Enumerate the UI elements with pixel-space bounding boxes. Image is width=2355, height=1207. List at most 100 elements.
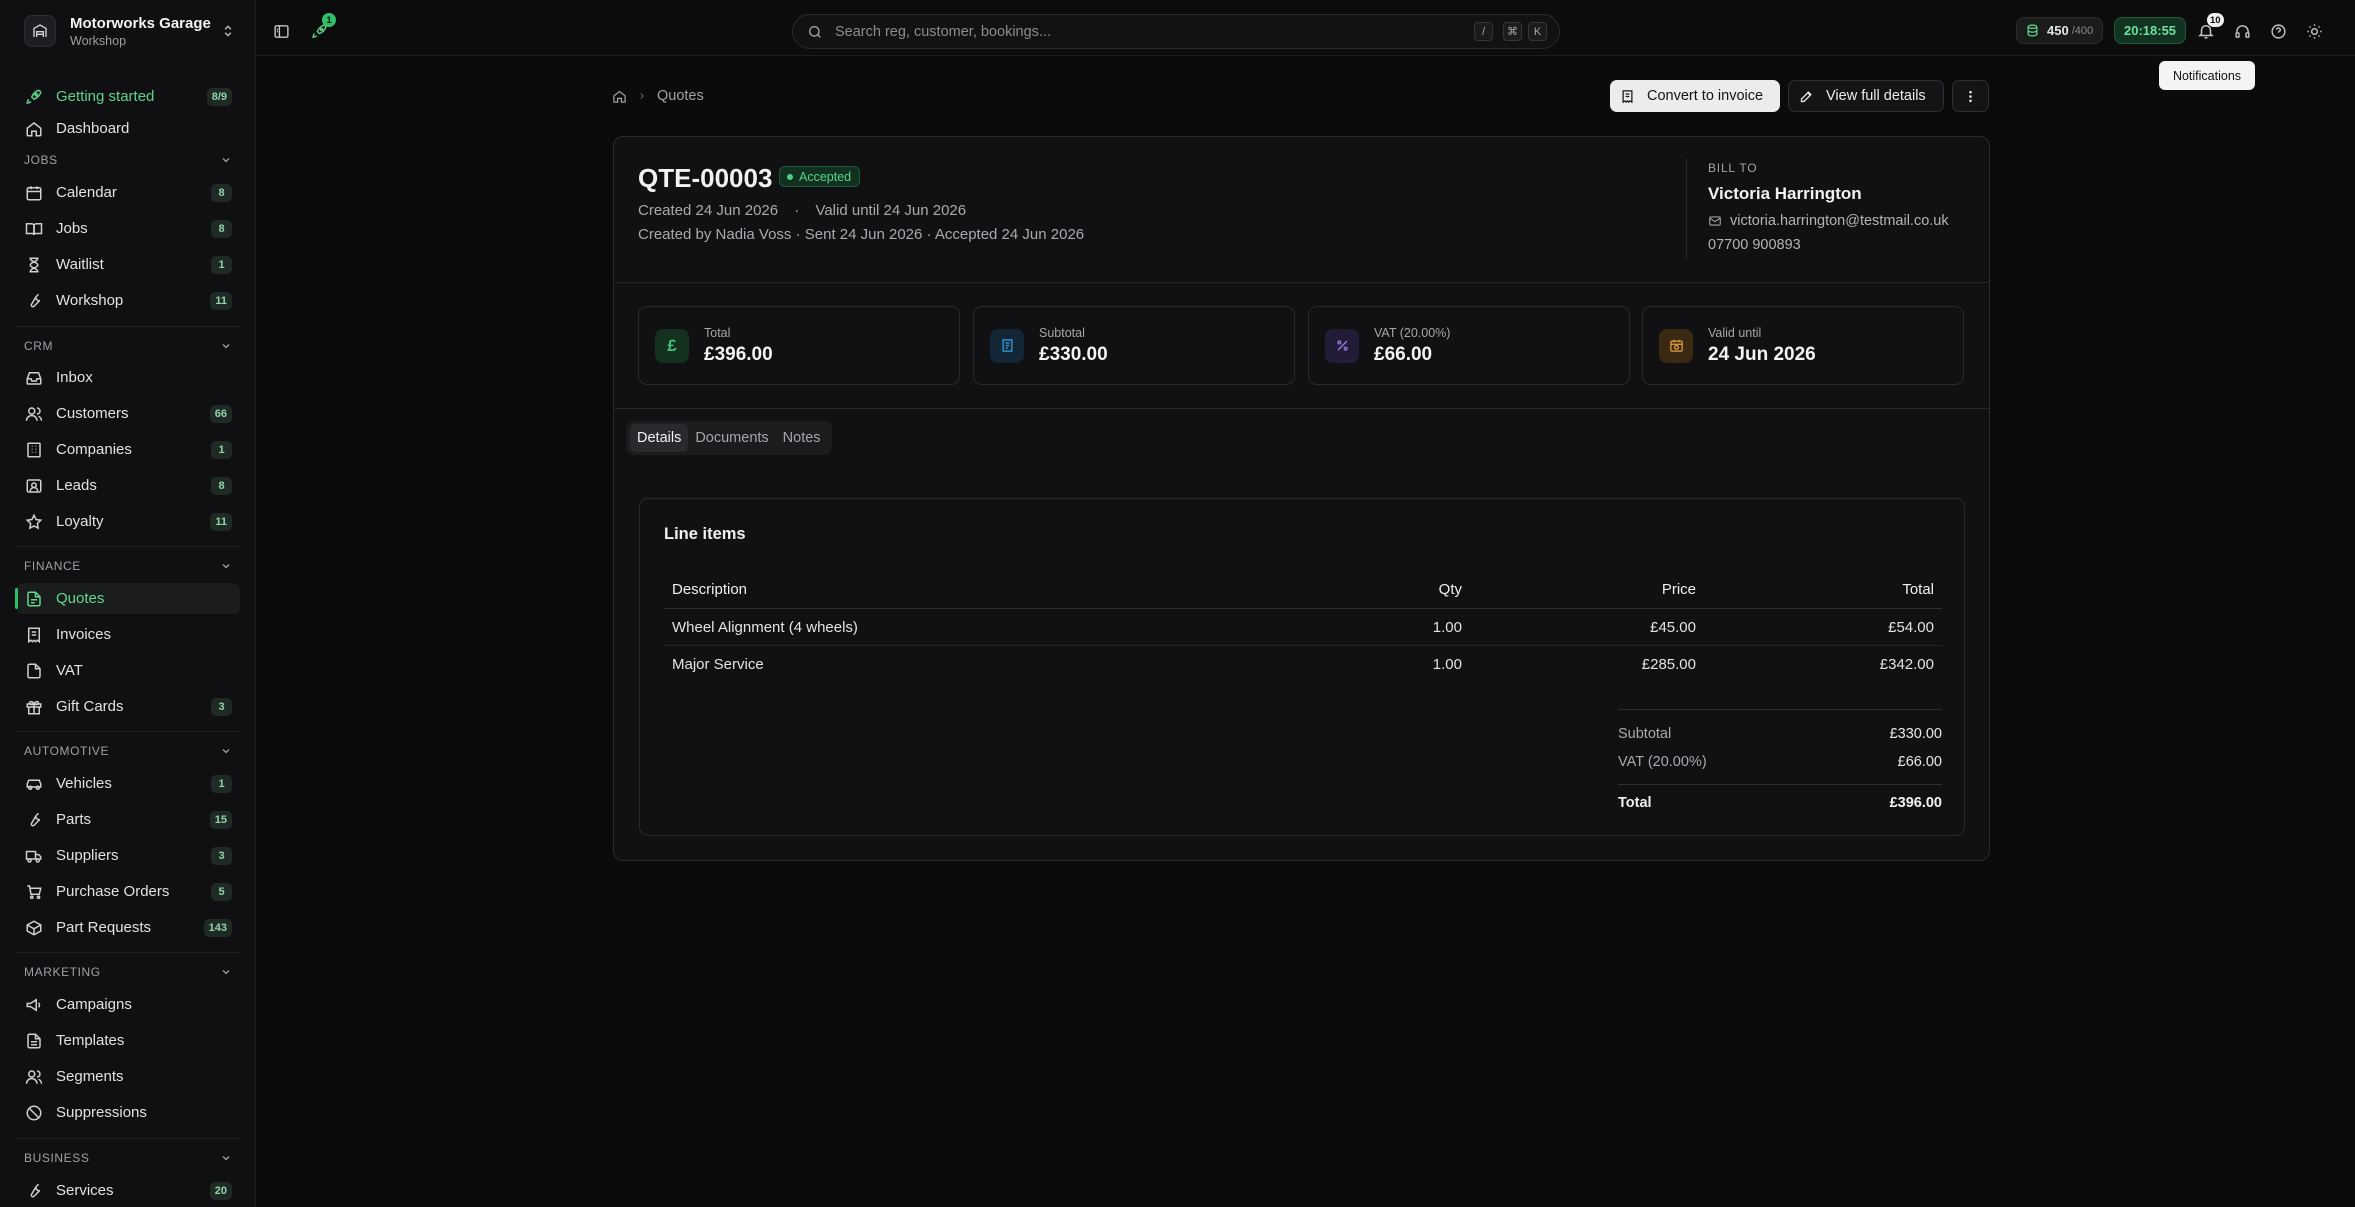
sidebar-item-label: Inbox <box>56 369 93 386</box>
users-icon <box>25 405 43 423</box>
credits-max: /400 <box>2071 24 2094 37</box>
getting-started-button[interactable]: 1 <box>305 13 336 45</box>
more-actions-button[interactable] <box>1952 80 1989 112</box>
pencil-icon <box>1799 89 1814 104</box>
sidebar-item-leads[interactable]: Leads 8 <box>16 470 240 501</box>
notifications-button[interactable]: 10 <box>2192 13 2224 45</box>
section-header-jobs[interactable]: JOBS <box>24 150 232 170</box>
truck-icon <box>25 847 43 865</box>
customer-email-row[interactable]: victoria.harrington@testmail.co.uk <box>1708 213 1949 229</box>
count-badge: 1 <box>322 13 336 27</box>
wrench-icon <box>25 1182 43 1200</box>
section-header-marketing[interactable]: MARKETING <box>24 962 232 982</box>
sidebar-item-vehicles[interactable]: Vehicles 1 <box>16 768 240 799</box>
home-icon[interactable] <box>612 89 627 104</box>
cell-description: Wheel Alignment (4 wheels) <box>672 618 858 636</box>
chevron-down-icon <box>220 1152 232 1164</box>
search-bar[interactable]: Search reg, customer, bookings... / ⌘ K <box>792 14 1560 49</box>
support-button[interactable] <box>2228 17 2256 45</box>
sidebar-item-part-requests[interactable]: Part Requests 143 <box>16 912 240 943</box>
stat-card-subtotal: Subtotal £330.00 <box>973 306 1295 385</box>
inbox-icon <box>25 369 43 387</box>
ban-icon <box>25 1104 43 1122</box>
contact-card-icon <box>25 477 43 495</box>
search-input[interactable]: Search reg, customer, bookings... <box>835 24 1468 40</box>
count-badge: 1 <box>211 255 232 274</box>
count-badge: 11 <box>210 512 232 531</box>
sidebar-item-services[interactable]: Services 20 <box>16 1175 240 1206</box>
breadcrumb-current[interactable]: Quotes <box>657 88 704 104</box>
sidebar-item-getting-started[interactable]: Getting started 8/9 <box>16 81 240 112</box>
count-badge: 8 <box>211 219 232 238</box>
sidebar-item-inbox[interactable]: Inbox <box>16 362 240 393</box>
line-items-card: Line items Description Qty Price Total W… <box>639 498 1965 836</box>
chevron-down-icon <box>220 154 232 166</box>
sidebar-item-companies[interactable]: Companies 1 <box>16 434 240 465</box>
customer-name[interactable]: Victoria Harrington <box>1708 184 1949 204</box>
help-button[interactable] <box>2264 17 2292 45</box>
sidebar-item-templates[interactable]: Templates <box>16 1025 240 1056</box>
sidebar-toggle-button[interactable] <box>267 17 295 45</box>
button-label: View full details <box>1826 88 1926 104</box>
convert-to-invoice-button[interactable]: Convert to invoice <box>1610 80 1780 112</box>
sidebar-item-parts[interactable]: Parts 15 <box>16 804 240 835</box>
sidebar-item-workshop[interactable]: Workshop 11 <box>16 285 240 316</box>
tab-details[interactable]: Details <box>630 424 689 452</box>
section-header-finance[interactable]: FINANCE <box>24 556 232 576</box>
sidebar-item-segments[interactable]: Segments <box>16 1061 240 1092</box>
vat-row: VAT (20.00%) £66.00 <box>1618 748 1942 776</box>
sidebar-item-customers[interactable]: Customers 66 <box>16 398 240 429</box>
sidebar-item-suppressions[interactable]: Suppressions <box>16 1097 240 1128</box>
sidebar-item-invoices[interactable]: Invoices <box>16 619 240 650</box>
stat-value: £330.00 <box>1039 343 1108 365</box>
section-divider <box>16 952 240 953</box>
document-icon <box>25 590 43 608</box>
sidebar-item-label: Leads <box>56 477 97 494</box>
book-icon <box>25 220 43 238</box>
customer-phone[interactable]: 07700 900893 <box>1708 237 1949 253</box>
sidebar-item-label: Suppressions <box>56 1104 147 1121</box>
sidebar-item-purchase-orders[interactable]: Purchase Orders 5 <box>16 876 240 907</box>
sidebar-item-loyalty[interactable]: Loyalty 11 <box>16 506 240 537</box>
sidebar-item-waitlist[interactable]: Waitlist 1 <box>16 249 240 280</box>
sidebar-item-jobs[interactable]: Jobs 8 <box>16 213 240 244</box>
sidebar-item-label: Calendar <box>56 184 117 201</box>
calendar-clock-icon <box>1659 328 1693 363</box>
sidebar-item-calendar[interactable]: Calendar 8 <box>16 177 240 208</box>
section-header-crm[interactable]: CRM <box>24 336 232 356</box>
notifications-tooltip: Notifications <box>2159 61 2255 90</box>
vat-label: VAT (20.00%) <box>1618 754 1707 770</box>
credits-pill[interactable]: 450 /400 <box>2016 17 2104 44</box>
sidebar-item-suppliers[interactable]: Suppliers 3 <box>16 840 240 871</box>
file-text-icon <box>25 1032 43 1050</box>
stat-card-vat: VAT (20.00%) £66.00 <box>1308 306 1630 385</box>
sidebar-item-label: Jobs <box>56 220 88 237</box>
sidebar-item-label: Workshop <box>56 292 124 309</box>
sidebar-item-gift-cards[interactable]: Gift Cards 3 <box>16 691 240 722</box>
search-icon <box>807 24 823 40</box>
shortcut-key: K <box>1528 22 1547 41</box>
count-badge: 3 <box>211 846 232 865</box>
sidebar-item-label: VAT <box>56 662 83 679</box>
theme-toggle-button[interactable] <box>2300 17 2328 45</box>
stat-label: Valid until <box>1708 325 1762 340</box>
sidebar-item-dashboard[interactable]: Dashboard <box>16 113 240 144</box>
workspace-switcher[interactable]: Motorworks Garage Workshop <box>0 0 255 62</box>
sidebar-item-label: Dashboard <box>56 120 130 137</box>
section-divider <box>16 1138 240 1139</box>
section-header-business[interactable]: BUSINESS <box>24 1148 232 1168</box>
section-header-automotive[interactable]: AUTOMOTIVE <box>24 741 232 761</box>
tab-notes[interactable]: Notes <box>776 424 828 452</box>
sidebar-item-quotes[interactable]: Quotes <box>15 583 240 614</box>
car-icon <box>25 775 43 793</box>
table-row: Major Service 1.00 £285.00 £342.00 <box>664 646 1942 683</box>
cell-description: Major Service <box>672 656 764 673</box>
tab-documents[interactable]: Documents <box>688 424 775 452</box>
stat-value: £396.00 <box>704 343 773 365</box>
cell-qty: 1.00 <box>1432 656 1462 673</box>
megaphone-icon <box>25 996 43 1014</box>
sidebar-item-vat[interactable]: VAT <box>16 655 240 686</box>
sidebar-item-label: Campaigns <box>56 996 132 1013</box>
view-full-details-button[interactable]: View full details <box>1788 80 1944 112</box>
sidebar-item-campaigns[interactable]: Campaigns <box>16 989 240 1020</box>
